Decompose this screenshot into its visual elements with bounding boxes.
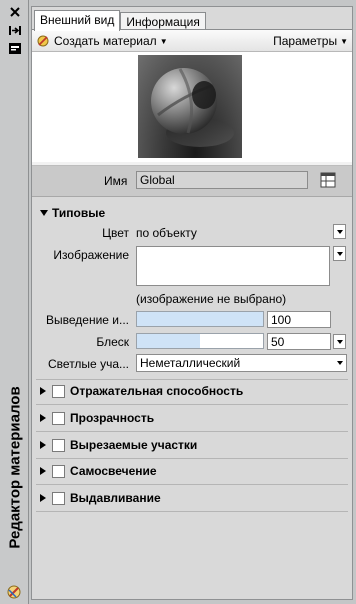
image-fade-slider[interactable] <box>136 311 264 327</box>
separator <box>36 484 348 485</box>
tab-information[interactable]: Информация <box>120 12 206 30</box>
materials-editor-panel: Внешний вид Информация Создать материал … <box>31 6 353 600</box>
chevron-down-icon <box>337 361 343 365</box>
reflectivity-checkbox[interactable] <box>52 384 65 398</box>
bump-checkbox[interactable] <box>52 491 65 505</box>
color-dropdown-button[interactable] <box>333 224 346 239</box>
section-bump[interactable]: Выдавливание <box>40 491 161 505</box>
expand-arrow-icon <box>40 494 46 502</box>
separator <box>36 379 348 380</box>
glossiness-slider[interactable] <box>136 333 264 349</box>
close-icon[interactable] <box>8 6 22 19</box>
cutouts-checkbox[interactable] <box>52 438 65 452</box>
name-field[interactable]: Global <box>136 171 308 189</box>
section-self-illumination[interactable]: Самосвечение <box>40 464 157 478</box>
chevron-down-icon <box>336 251 343 256</box>
tab-bar: Внешний вид Информация <box>34 10 206 31</box>
create-material-label: Создать материал <box>54 34 157 48</box>
highlights-label: Светлые уча... <box>48 357 129 371</box>
glossiness-label: Блеск <box>96 335 129 349</box>
palette-title-text: Редактор материалов <box>6 386 24 549</box>
toolbar: Создать материал ▼ Параметры ▼ <box>32 29 352 52</box>
material-preview[interactable] <box>138 55 242 158</box>
section-label: Прозрачность <box>70 411 155 425</box>
section-label: Самосвечение <box>70 464 157 478</box>
chevron-down-icon: ▼ <box>340 36 348 46</box>
expand-arrow-icon <box>40 210 48 216</box>
palette-strip: Редактор материалов <box>0 0 29 604</box>
section-transparency[interactable]: Прозрачность <box>40 411 154 425</box>
material-icon[interactable] <box>6 584 22 600</box>
self-illumination-checkbox[interactable] <box>52 464 65 478</box>
highlights-select[interactable]: Неметаллический <box>136 354 347 372</box>
section-generic-header[interactable]: Типовые <box>40 206 105 220</box>
pin-icon[interactable] <box>8 24 22 37</box>
image-dropdown-button[interactable] <box>333 246 346 261</box>
slider-fill <box>137 312 263 326</box>
image-label: Изображение <box>53 248 129 262</box>
create-material-icon <box>37 35 49 47</box>
name-label: Имя <box>104 174 128 188</box>
chevron-down-icon <box>336 229 343 234</box>
section-label: Выдавливание <box>70 491 161 505</box>
chevron-down-icon: ▼ <box>159 36 168 46</box>
transparency-checkbox[interactable] <box>52 411 65 425</box>
image-slot[interactable] <box>136 246 330 286</box>
section-generic-label: Типовые <box>52 206 106 220</box>
separator <box>36 458 348 459</box>
slider-fill <box>137 334 200 348</box>
glossiness-dropdown-button[interactable] <box>333 334 346 349</box>
expand-arrow-icon <box>40 467 46 475</box>
separator <box>36 511 348 512</box>
image-fade-value[interactable]: 100 <box>267 311 331 328</box>
tab-appearance[interactable]: Внешний вид <box>34 10 121 31</box>
color-label: Цвет <box>102 226 129 240</box>
preview-area <box>32 52 352 162</box>
chevron-down-icon <box>336 339 343 344</box>
name-row: Имя Global <box>32 166 352 197</box>
parameters-button[interactable]: Параметры ▼ <box>273 34 348 48</box>
color-value[interactable]: по объекту <box>136 226 197 240</box>
expand-arrow-icon <box>40 441 46 449</box>
highlights-value: Неметаллический <box>140 356 241 370</box>
expand-arrow-icon <box>40 387 46 395</box>
parameters-label: Параметры <box>273 34 338 48</box>
image-not-selected-note: (изображение не выбрано) <box>136 292 287 306</box>
create-material-button[interactable]: Создать материал ▼ <box>36 34 168 48</box>
glossiness-value[interactable]: 50 <box>267 333 331 350</box>
separator <box>36 431 348 432</box>
section-cutouts[interactable]: Вырезаемые участки <box>40 438 197 452</box>
section-label: Отражательная способность <box>70 384 244 398</box>
image-fade-label: Выведение и... <box>46 313 129 327</box>
palette-title: Редактор материалов <box>4 350 26 580</box>
properties-icon[interactable] <box>8 42 22 55</box>
browse-material-button[interactable] <box>320 172 336 188</box>
expand-arrow-icon <box>40 414 46 422</box>
section-label: Вырезаемые участки <box>70 438 198 452</box>
separator <box>36 404 348 405</box>
section-reflectivity[interactable]: Отражательная способность <box>40 384 243 398</box>
